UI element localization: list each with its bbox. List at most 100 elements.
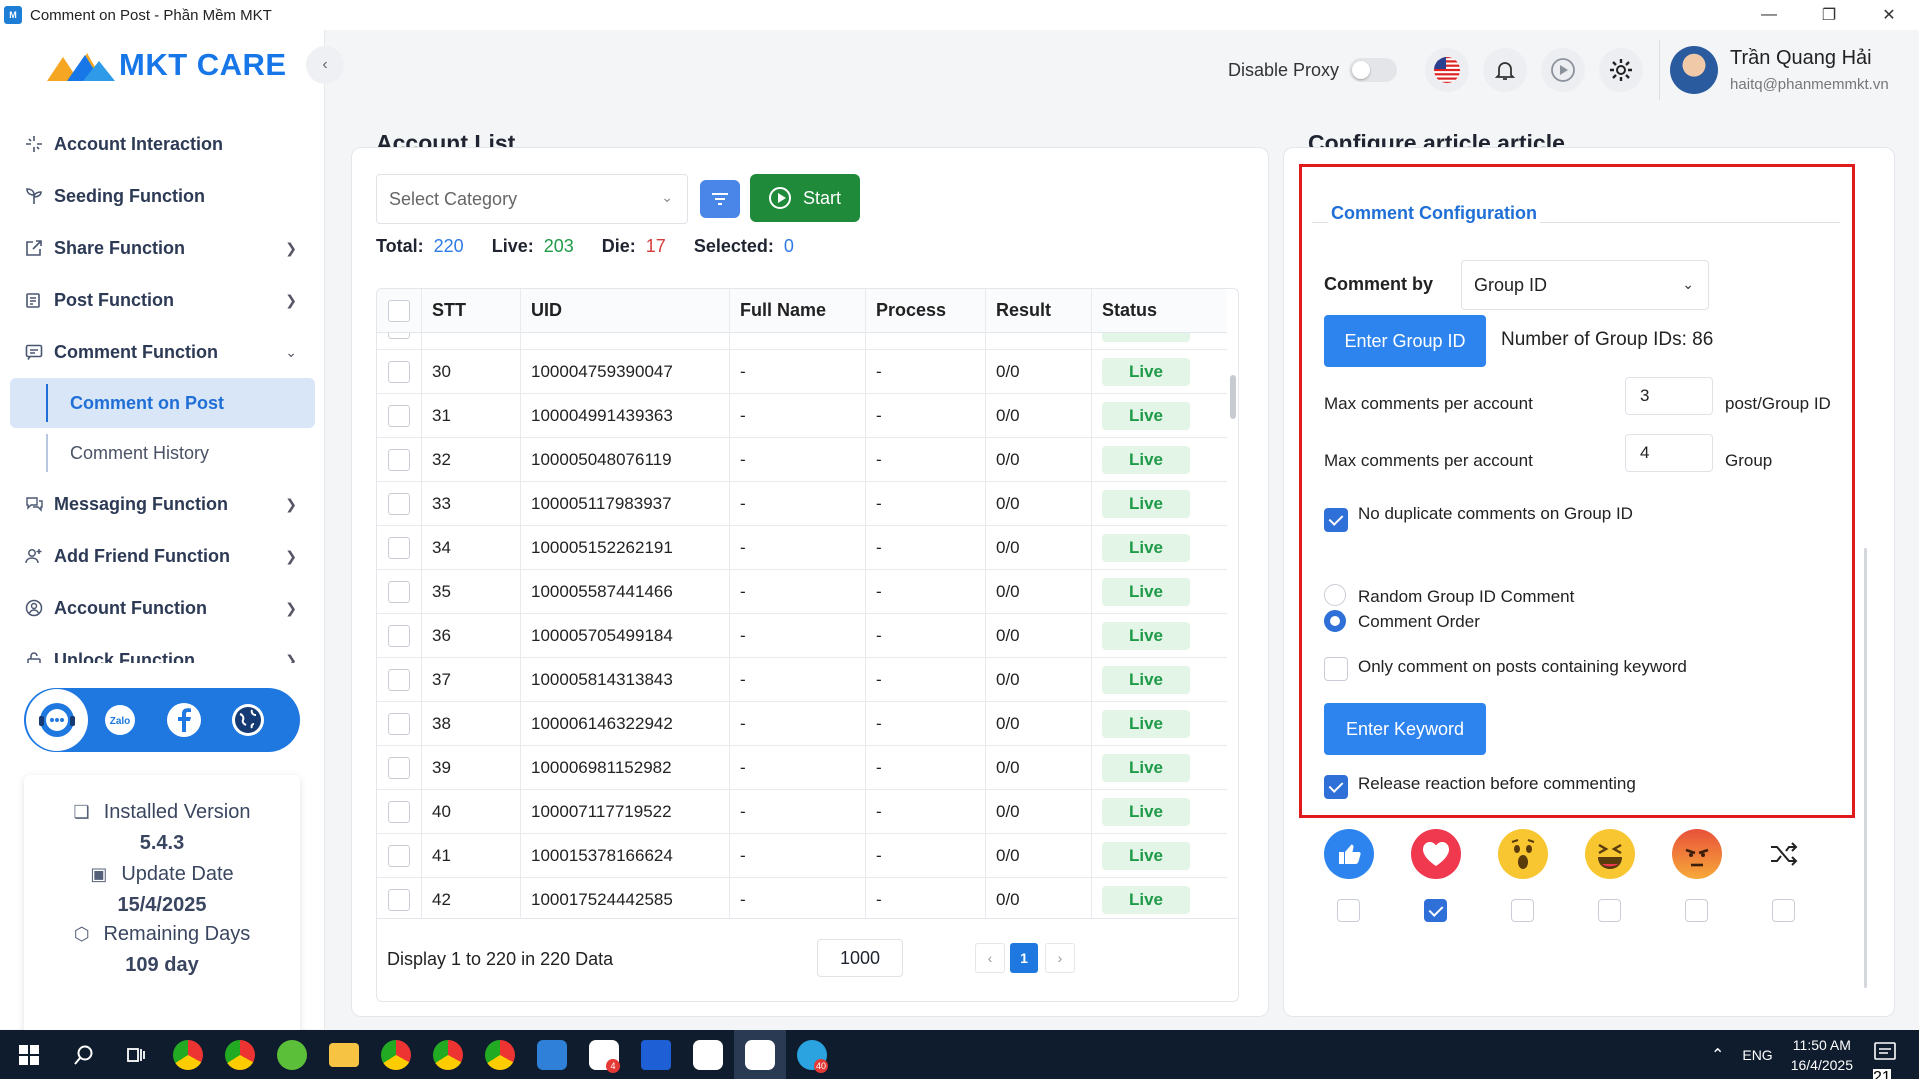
sidebar-item-seeding[interactable]: Seeding Function (0, 170, 325, 222)
taskbar-explorer[interactable] (318, 1030, 370, 1079)
haha-checkbox[interactable] (1598, 899, 1621, 922)
sidebar-subitem-comment-on-post[interactable]: Comment on Post (10, 378, 315, 428)
taskbar-chrome-2[interactable] (214, 1030, 266, 1079)
comment-by-select[interactable]: Group ID ⌄ (1461, 260, 1709, 310)
table-row[interactable]: 33 100005117983937- -0/0 Live (377, 482, 1227, 526)
notifications-button[interactable] (1483, 48, 1528, 92)
taskbar-zalo[interactable]: 4 (578, 1030, 630, 1079)
prev-page-button[interactable]: ‹ (975, 943, 1005, 973)
start-button[interactable]: Start (750, 174, 860, 222)
max-comments-per-group-input[interactable]: 4 (1625, 434, 1713, 472)
table-row[interactable]: 30 100004759390047- -0/0 Live (377, 350, 1227, 394)
sidebar-item-unlock[interactable]: Unlock Function ❯ (0, 634, 325, 663)
play-tutorial-button[interactable] (1541, 48, 1586, 92)
restore-button[interactable]: ❐ (1799, 0, 1859, 30)
table-row[interactable]: 40 100007117719522- -0/0 Live (377, 790, 1227, 834)
taskbar-mkt-1[interactable] (682, 1030, 734, 1079)
sidebar-item-account-function[interactable]: Account Function ❯ (0, 582, 325, 634)
table-row[interactable]: 41 100015378166624- -0/0 Live (377, 834, 1227, 878)
angry-checkbox[interactable] (1685, 899, 1708, 922)
column-header[interactable]: STT (422, 289, 521, 332)
notification-center[interactable]: 21 (1873, 1040, 1903, 1079)
like-reaction[interactable] (1324, 829, 1374, 879)
column-header[interactable]: Process (866, 289, 986, 332)
comment-order-radio[interactable] (1324, 610, 1346, 632)
no-duplicate-checkbox[interactable] (1324, 508, 1348, 532)
category-select[interactable]: Select Category ⌄ (376, 174, 688, 224)
start-button[interactable] (0, 1030, 58, 1079)
next-page-button[interactable]: › (1045, 943, 1075, 973)
column-header[interactable]: UID (521, 289, 730, 332)
table-row[interactable]: 35 100005587441466- -0/0 Live (377, 570, 1227, 614)
sidebar-item-comment[interactable]: Comment Function ⌄ (0, 326, 325, 378)
collapse-sidebar-button[interactable]: ‹ (306, 46, 344, 84)
row-checkbox[interactable] (388, 800, 410, 823)
table-row[interactable]: 29100004603211082--0/0Live (377, 333, 1227, 350)
taskbar-chrome-5[interactable] (474, 1030, 526, 1079)
table-row[interactable]: 31 100004991439363- -0/0 Live (377, 394, 1227, 438)
row-checkbox[interactable] (388, 536, 410, 559)
language-button[interactable] (1425, 48, 1470, 92)
facebook-link[interactable] (152, 702, 216, 738)
enter-keyword-button[interactable]: Enter Keyword (1324, 703, 1486, 755)
zalo-link[interactable]: Zalo (88, 703, 152, 737)
user-info[interactable]: Trần Quang Hải haitq@phanmemmkt.vn (1730, 47, 1889, 93)
taskbar-app-blue[interactable] (630, 1030, 682, 1079)
taskbar-chrome-4[interactable] (422, 1030, 474, 1079)
row-checkbox[interactable] (388, 448, 410, 471)
row-checkbox[interactable] (388, 580, 410, 603)
row-checkbox[interactable] (388, 844, 410, 867)
website-link[interactable] (216, 702, 280, 738)
keyword-only-checkbox[interactable] (1324, 657, 1348, 681)
sidebar-item-account-interaction[interactable]: Account Interaction (0, 118, 325, 170)
row-checkbox[interactable] (388, 712, 410, 735)
table-row[interactable]: 38 100006146322942- -0/0 Live (377, 702, 1227, 746)
love-reaction[interactable] (1411, 829, 1461, 879)
taskbar-chrome-3[interactable] (370, 1030, 422, 1079)
angry-reaction[interactable] (1672, 829, 1722, 879)
taskbar-telegram[interactable]: 40 (786, 1030, 838, 1079)
clock[interactable]: 11:50 AM 16/4/2025 (1791, 1035, 1853, 1075)
filter-button[interactable] (700, 180, 740, 218)
sidebar-item-post[interactable]: Post Function ❯ (0, 274, 325, 326)
support-icon[interactable] (26, 689, 88, 751)
wow-checkbox[interactable] (1511, 899, 1534, 922)
table-row[interactable]: 42 100017524442585- -0/0 Live (377, 878, 1227, 918)
table-row[interactable]: 34 100005152262191- -0/0 Live (377, 526, 1227, 570)
sidebar-subitem-comment-history[interactable]: Comment History (0, 428, 325, 478)
row-checkbox[interactable] (388, 360, 410, 383)
row-checkbox[interactable] (388, 624, 410, 647)
random-order-radio[interactable] (1324, 584, 1346, 606)
table-scrollbar[interactable] (1230, 339, 1236, 909)
select-all-checkbox[interactable] (388, 299, 410, 322)
config-scrollbar[interactable] (1864, 548, 1867, 988)
column-header[interactable]: Full Name (730, 289, 866, 332)
settings-button[interactable] (1599, 48, 1644, 92)
taskbar-search[interactable] (58, 1030, 110, 1079)
sidebar-item-messaging[interactable]: Messaging Function ❯ (0, 478, 325, 530)
row-checkbox[interactable] (388, 888, 410, 911)
column-header[interactable]: Status (1092, 289, 1227, 332)
proxy-toggle[interactable] (1349, 58, 1398, 82)
column-header[interactable]: Result (986, 289, 1092, 332)
row-checkbox[interactable] (388, 404, 410, 427)
shuffle-reaction[interactable] (1759, 829, 1809, 879)
close-button[interactable]: ✕ (1859, 0, 1919, 30)
taskbar-mkt-care[interactable] (734, 1030, 786, 1079)
taskbar-app-green[interactable] (266, 1030, 318, 1079)
taskbar-remote[interactable] (526, 1030, 578, 1079)
enter-group-id-button[interactable]: Enter Group ID (1324, 315, 1486, 367)
table-row[interactable]: 37 100005814313843- -0/0 Live (377, 658, 1227, 702)
love-checkbox[interactable] (1424, 899, 1447, 922)
row-checkbox[interactable] (388, 333, 410, 339)
sidebar-item-share[interactable]: Share Function ❯ (0, 222, 325, 274)
haha-reaction[interactable] (1585, 829, 1635, 879)
like-checkbox[interactable] (1337, 899, 1360, 922)
sidebar-item-add-friend[interactable]: Add Friend Function ❯ (0, 530, 325, 582)
taskbar-chrome-1[interactable] (162, 1030, 214, 1079)
row-checkbox[interactable] (388, 668, 410, 691)
table-row[interactable]: 32 100005048076119- -0/0 Live (377, 438, 1227, 482)
page-button-current[interactable]: 1 (1010, 943, 1038, 973)
table-row[interactable]: 39 100006981152982- -0/0 Live (377, 746, 1227, 790)
row-checkbox[interactable] (388, 756, 410, 779)
